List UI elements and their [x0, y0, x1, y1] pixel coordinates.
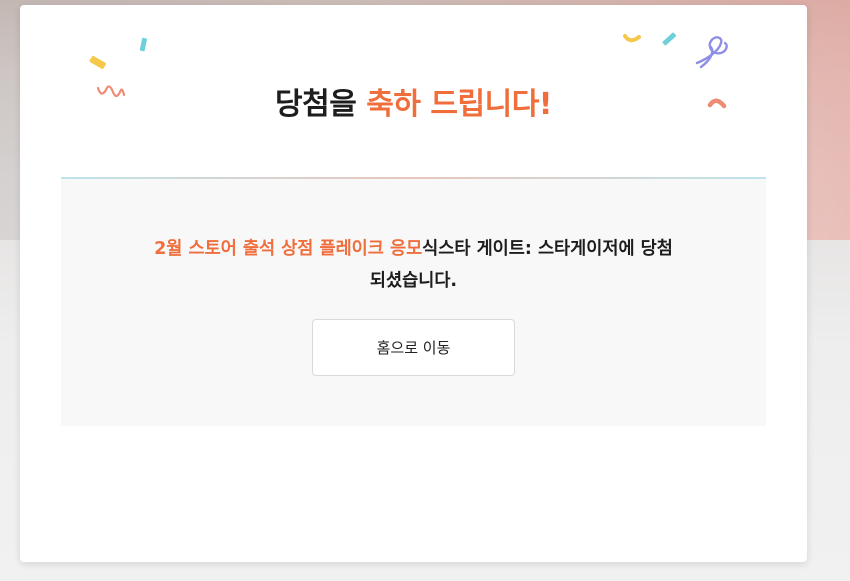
message-panel: 2월 스토어 출석 상점 플레이크 응모식스타 게이트: 스타게이저에 당첨 되… [61, 179, 766, 426]
confetti-yellow-arc-right [623, 34, 641, 43]
go-home-button[interactable]: 홈으로 이동 [312, 319, 515, 376]
event-name: 2월 스토어 출석 상점 플레이크 응모 [154, 239, 423, 259]
confetti-teal-right [662, 32, 677, 46]
win-message: 2월 스토어 출석 상점 플레이크 응모식스타 게이트: 스타게이저에 당첨 되… [81, 233, 746, 297]
message-ending: 되셨습니다. [369, 271, 458, 291]
prize-text: 식스타 게이트: 스타게이저에 당첨 [422, 239, 673, 259]
title-prefix: 당첨을 [275, 87, 367, 122]
congratulations-modal: 당첨을 축하 드립니다! 2월 스토어 출석 상점 플레이크 응모식스타 게이트… [20, 5, 807, 562]
confetti-yellow-left [89, 55, 106, 69]
confetti-teal-left [139, 37, 147, 52]
title-highlight: 축하 드립니다! [366, 87, 552, 122]
modal-title: 당첨을 축하 드립니다! [20, 79, 807, 123]
confetti-purple-swirl-right [695, 36, 728, 69]
